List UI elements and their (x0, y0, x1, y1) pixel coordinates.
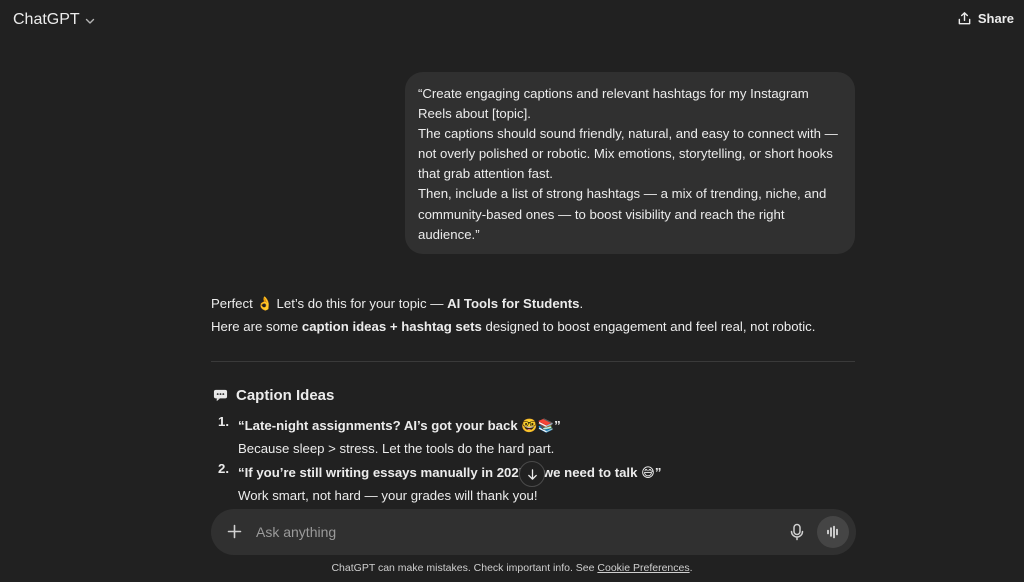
intro-suffix: . (579, 296, 584, 311)
list-item: 1. “Late-night assignments? AI’s got you… (211, 414, 855, 460)
assistant-message: Perfect 👌 Let’s do this for your topic —… (211, 292, 855, 338)
arrow-down-icon (527, 468, 537, 480)
summary-bold: caption ideas + hashtag sets (301, 319, 482, 334)
summary-prefix: Here are some (211, 319, 302, 334)
speech-bubble-icon (213, 389, 228, 402)
user-message-line: “Create engaging captions and relevant h… (418, 86, 809, 122)
model-selector[interactable]: ChatGPT (13, 11, 96, 29)
user-message-bubble: “Create engaging captions and relevant h… (405, 72, 855, 254)
prompt-input[interactable] (256, 509, 756, 555)
assistant-intro-line: Perfect 👌 Let’s do this for your topic —… (211, 292, 855, 315)
share-button[interactable]: Share (957, 11, 1014, 26)
composer (211, 509, 856, 555)
waveform-icon (827, 525, 838, 539)
app-title: ChatGPT (13, 11, 80, 28)
plus-icon[interactable] (226, 523, 243, 540)
section-heading-text: Caption Ideas (236, 387, 335, 404)
list-number: 1. (218, 414, 229, 429)
share-label: Share (977, 11, 1014, 26)
summary-suffix: designed to boost engagement and feel re… (481, 319, 816, 334)
list-number: 2. (218, 461, 229, 476)
caption-subtext: Work smart, not hard — your grades will … (238, 488, 538, 503)
caption-text: “If you’re still writing essays manually… (238, 465, 662, 480)
topic-text: AI Tools for Students (447, 296, 580, 311)
divider (211, 361, 855, 362)
voice-mode-button[interactable] (817, 516, 849, 548)
microphone-icon[interactable] (789, 523, 805, 541)
cookie-preferences-link[interactable]: Cookie Preferences (597, 562, 689, 574)
caption-subtext: Because sleep > stress. Let the tools do… (238, 441, 555, 456)
disclaimer-end: . (689, 562, 693, 574)
user-message-line: The captions should sound friendly, natu… (418, 126, 838, 182)
disclaimer: ChatGPT can make mistakes. Check importa… (0, 562, 1024, 574)
user-message-line: Then, include a list of strong hashtags … (418, 186, 827, 242)
scroll-down-button[interactable] (519, 461, 545, 487)
top-bar: ChatGPT Share (0, 0, 1024, 42)
share-icon (958, 12, 971, 25)
caption-text: “Late-night assignments? AI’s got your b… (238, 418, 561, 433)
disclaimer-text: ChatGPT can make mistakes. Check importa… (331, 562, 598, 574)
intro-text: Perfect 👌 Let’s do this for your topic — (211, 296, 448, 311)
assistant-summary-line: Here are some caption ideas + hashtag se… (211, 315, 855, 338)
section-heading: Caption Ideas (213, 387, 334, 404)
chevron-down-icon (85, 18, 94, 24)
